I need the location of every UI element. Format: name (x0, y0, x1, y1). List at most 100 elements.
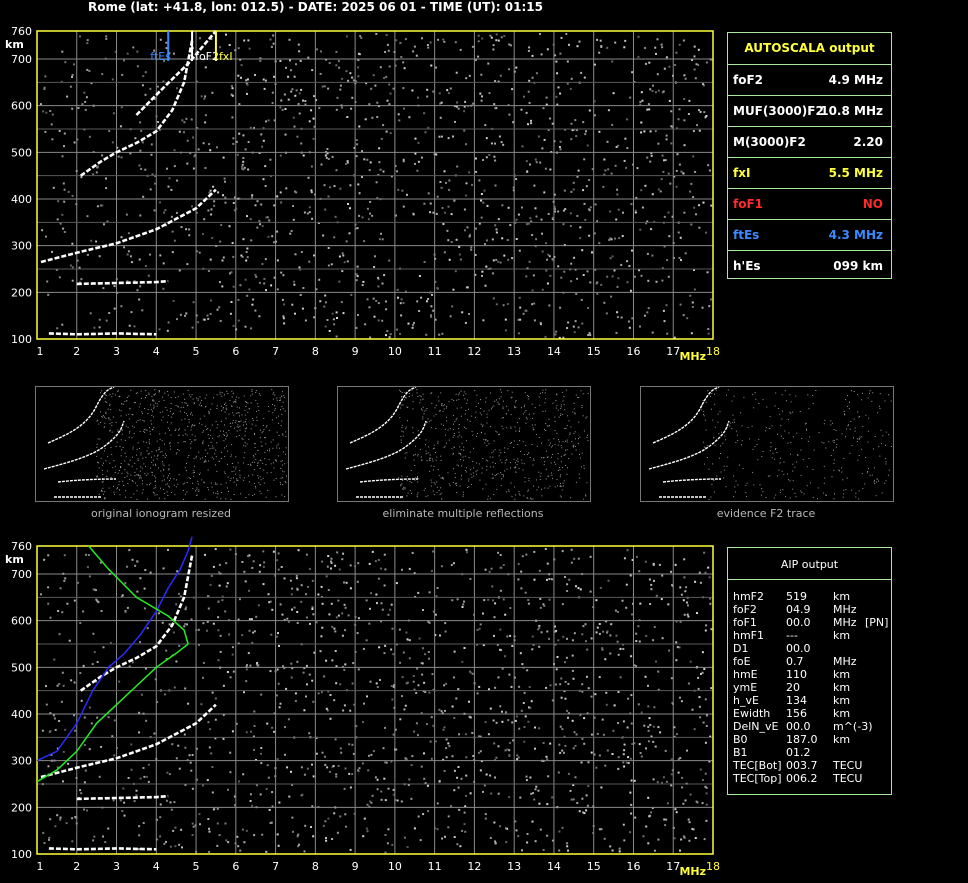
aip-unit: km (833, 733, 851, 746)
aip-value: 134 (786, 694, 807, 707)
x-tick-label: 7 (272, 860, 279, 873)
x-tick-label: 18 (706, 860, 720, 873)
autoscala-param-value: 5.5 MHz (828, 166, 883, 180)
x-tick-label: 5 (193, 860, 200, 873)
aip-name: foF2 (733, 603, 757, 616)
y-tick-label: 760 (11, 540, 32, 553)
y-axis-label: km (5, 553, 24, 566)
ionogram-chart-bottom: 100200300400500600700760km1 2 3 4 5 6 7 8 9 10 11 1… (5, 536, 720, 878)
x-tick-label: 8 (312, 860, 319, 873)
autoscala-row: h'Es 099 km (728, 250, 891, 282)
autoscala-row: ftEs 4.3 MHz (728, 219, 891, 251)
y-tick-label: 100 (11, 848, 32, 861)
y-tick-label: 400 (11, 193, 32, 206)
marker-label: fxI (219, 50, 233, 63)
aip-name: hmF2 (733, 590, 765, 603)
aip-value: 006.2 (786, 772, 818, 785)
aip-unit: m^(-3) (833, 720, 873, 733)
aip-value: 00.0 (786, 720, 811, 733)
autoscala-row: foF2 4.9 MHz (728, 64, 891, 96)
x-tick-label: 15 (587, 860, 601, 873)
aip-value: 156 (786, 707, 807, 720)
x-tick-label: 3 (113, 860, 120, 873)
x-tick-label: 16 (626, 345, 640, 358)
aip-name: DelN_vE (733, 720, 779, 733)
aip-name: hmE (733, 668, 758, 681)
autoscala-param-name: MUF(3000)F2 (733, 104, 824, 118)
autoscala-row: foF1 NO (728, 188, 891, 220)
x-tick-label: 18 (706, 345, 720, 358)
y-tick-label: 400 (11, 708, 32, 721)
aip-value: 00.0 (786, 642, 811, 655)
autoscala-row: MUF(3000)F2 10.8 MHz (728, 95, 891, 127)
aip-value: 519 (786, 590, 807, 603)
aip-name: B0 (733, 733, 748, 746)
x-tick-label: 12 (467, 860, 481, 873)
aip-unit: TECU (833, 759, 863, 772)
grid (37, 31, 713, 339)
x-tick-label: 1 (37, 860, 44, 873)
aip-name: TEC[Top] (733, 772, 782, 785)
y-tick-label: 100 (11, 333, 32, 346)
x-tick-label: 16 (626, 860, 640, 873)
aip-unit: km (833, 668, 851, 681)
autoscala-row: fxI 5.5 MHz (728, 157, 891, 189)
aip-unit: km (833, 694, 851, 707)
aip-name: foE (733, 655, 751, 668)
autoscala-param-name: foF1 (733, 197, 764, 211)
aip-value: 003.7 (786, 759, 818, 772)
x-tick-label: 4 (153, 860, 160, 873)
aip-panel: AIP output hmF2 519 km foF2 04.9 MHz foF1 00.0 M… (727, 547, 892, 795)
x-tick-label: 10 (388, 860, 402, 873)
x-tick-label: 13 (507, 345, 521, 358)
x-tick-label: 5 (193, 345, 200, 358)
ionogram-chart-top: ftEs foF2 fxI100200300400500600700760km1 2 3… (5, 25, 720, 363)
y-tick-label: 200 (11, 286, 32, 299)
aip-name: ymE (733, 681, 758, 694)
caption-multiple-reflections: eliminate multiple reflections (382, 507, 544, 520)
x-tick-label: 15 (587, 345, 601, 358)
marker-line: ftEs (150, 31, 171, 63)
y-tick-label: 600 (11, 615, 32, 628)
autoscala-param-name: foF2 (733, 73, 764, 87)
aip-value: 00.0 (786, 616, 811, 629)
autoscala-param-value: 4.9 MHz (828, 73, 883, 87)
y-tick-label: 600 (11, 100, 32, 113)
autoscala-param-name: h'Es (733, 259, 761, 273)
autoscala-title: AUTOSCALA output (744, 41, 875, 55)
aip-value: 110 (786, 668, 807, 681)
aip-unit: TECU (833, 772, 863, 785)
echo-trace (76, 279, 169, 286)
caption-f2-trace: evidence F2 trace (716, 507, 816, 520)
echo-trace (48, 847, 157, 851)
echo-trace (40, 703, 217, 779)
autoscala-param-name: M(3000)F2 (733, 135, 806, 149)
aip-extra: [PN] (865, 616, 889, 629)
autoscala-param-name: fxI (733, 166, 751, 180)
y-tick-label: 300 (11, 755, 32, 768)
x-axis-label: MHz (679, 350, 706, 363)
x-tick-label: 4 (153, 345, 160, 358)
y-tick-label: 760 (11, 25, 32, 38)
autoscala-row: M(3000)F2 2.20 (728, 126, 891, 158)
aip-title: AIP output (780, 558, 839, 571)
echo-trace (76, 794, 169, 801)
x-tick-label: 2 (73, 860, 80, 873)
y-tick-label: 300 (11, 240, 32, 253)
x-tick-label: 17 (666, 860, 680, 873)
aip-unit: km (833, 707, 851, 720)
noise-dots (39, 33, 713, 339)
aip-name: B1 (733, 746, 748, 759)
x-tick-label: 6 (232, 345, 239, 358)
y-tick-label: 200 (11, 801, 32, 814)
x-tick-label: 6 (232, 860, 239, 873)
profile-curve (36, 536, 193, 762)
aip-value: 01.2 (786, 746, 811, 759)
y-tick-label: 700 (11, 568, 32, 581)
aip-name: D1 (733, 642, 749, 655)
x-tick-label: 9 (352, 860, 359, 873)
autoscala-param-name: ftEs (733, 228, 760, 242)
y-axis-label: km (5, 38, 24, 51)
autoscala-panel: AUTOSCALA output foF2 4.9 MHz MUF(3000)F2 1… (727, 32, 892, 279)
aip-name: Ewidth (733, 707, 771, 720)
